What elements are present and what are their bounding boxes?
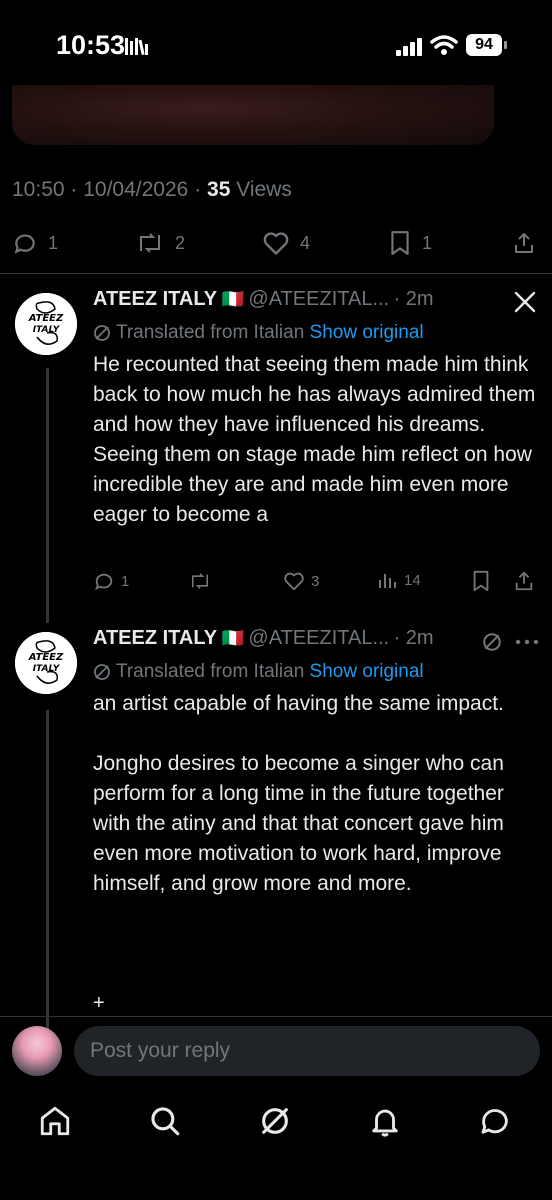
grok-icon: [93, 663, 111, 681]
status-time: 10:53: [56, 30, 126, 60]
like-button[interactable]: 4: [262, 230, 310, 256]
svg-text:ITALY: ITALY: [33, 325, 61, 335]
reply-header: ATEEZ ITALY 🇮🇹 @ATEEZITAL... · 2m: [93, 288, 434, 311]
reply-header: ATEEZ ITALY 🇮🇹 @ATEEZITAL... · 2m: [93, 627, 434, 650]
notifications-icon[interactable]: [368, 1104, 408, 1144]
home-icon[interactable]: [38, 1104, 78, 1144]
views-count: 14: [404, 571, 421, 589]
repost-button[interactable]: 2: [135, 230, 185, 256]
messages-icon[interactable]: [478, 1104, 518, 1144]
grok-icon[interactable]: [482, 632, 502, 652]
battery-tip: [504, 41, 507, 49]
repost-icon: [135, 230, 165, 256]
reply-input[interactable]: Post your reply: [74, 1026, 540, 1076]
bookmark-count: 1: [422, 232, 433, 253]
divider: [0, 273, 552, 274]
ateez-logo-icon: ATEEZ ITALY: [15, 632, 77, 694]
svg-text:ATEEZ: ATEEZ: [28, 652, 64, 663]
tweet-meta: 10:50 · 10/04/2026 · 35 Views: [12, 178, 292, 201]
post-age: · 2m: [393, 627, 434, 649]
thread-line: [46, 710, 49, 1030]
translated-label: Translated from Italian: [115, 322, 305, 343]
svg-text:ATEEZ: ATEEZ: [28, 313, 64, 324]
share-button[interactable]: [513, 570, 535, 592]
ateez-logo-icon: ATEEZ ITALY: [15, 293, 77, 355]
author-name[interactable]: ATEEZ ITALY: [93, 627, 217, 649]
like-count: 4: [300, 232, 311, 253]
reply-text: He recounted that seeing them made him t…: [93, 353, 536, 526]
tweet-time: 10:50: [12, 178, 65, 201]
author-handle[interactable]: @ATEEZITAL...: [248, 288, 389, 310]
repost-count: 2: [175, 232, 186, 253]
battery-indicator: 94: [466, 34, 502, 56]
tweet-date: 10/04/2026: [83, 178, 189, 201]
bookmark-icon: [471, 570, 491, 592]
show-original-link[interactable]: Show original: [310, 322, 424, 343]
avatar[interactable]: ATEEZ ITALY: [15, 293, 77, 355]
reply-button[interactable]: 1: [93, 570, 129, 592]
x-logo-icon[interactable]: [512, 290, 538, 314]
heart-icon: [262, 230, 290, 256]
translation-note: Translated from Italian Show original: [93, 661, 424, 683]
more-options-icon[interactable]: [514, 638, 540, 646]
like-count: 3: [311, 572, 320, 590]
repost-button[interactable]: [188, 570, 218, 592]
avatar[interactable]: ATEEZ ITALY: [15, 632, 77, 694]
reply-count: 1: [48, 232, 59, 253]
views-button[interactable]: 14: [378, 570, 421, 590]
library-icon: [124, 36, 150, 56]
thread-line: [46, 368, 49, 623]
views-label: Views: [236, 178, 292, 201]
reply-text: an artist capable of having the same imp…: [93, 692, 504, 895]
tweet-actions: 1 2 4 1: [0, 214, 552, 274]
author-handle[interactable]: @ATEEZITAL...: [248, 627, 389, 649]
views-count: 35: [207, 178, 231, 201]
share-button[interactable]: [512, 230, 536, 256]
reply-icon: [93, 570, 115, 592]
share-icon: [512, 230, 536, 256]
show-original-link[interactable]: Show original: [310, 661, 424, 682]
italy-flag-icon: 🇮🇹: [221, 289, 244, 309]
reply-icon: [12, 230, 38, 256]
like-button[interactable]: 3: [283, 570, 319, 592]
translation-note: Translated from Italian Show original: [93, 322, 424, 344]
expand-plus[interactable]: +: [93, 992, 105, 1015]
signal-icon: [396, 38, 424, 56]
bookmark-icon: [388, 230, 412, 256]
user-avatar[interactable]: [12, 1026, 62, 1076]
translated-label: Translated from Italian: [115, 661, 305, 682]
divider: [0, 1016, 552, 1017]
reply-count: 1: [121, 572, 130, 590]
media-preview[interactable]: [12, 85, 494, 145]
reply-button[interactable]: 1: [12, 230, 58, 256]
bookmark-button[interactable]: 1: [388, 230, 432, 256]
status-bar: 10:53 94: [0, 0, 552, 90]
svg-text:ITALY: ITALY: [33, 664, 61, 674]
bookmark-button[interactable]: [471, 570, 491, 592]
share-icon: [513, 570, 535, 592]
heart-icon: [283, 570, 305, 592]
grok-icon: [93, 324, 111, 342]
analytics-icon: [378, 570, 398, 590]
post-age: · 2m: [393, 288, 434, 310]
search-icon[interactable]: [148, 1104, 188, 1144]
bottom-nav: [0, 1090, 552, 1150]
reply-actions: 1 3 14: [93, 570, 545, 600]
repost-icon: [188, 570, 212, 592]
wifi-icon: [430, 34, 458, 56]
author-name[interactable]: ATEEZ ITALY: [93, 288, 217, 310]
italy-flag-icon: 🇮🇹: [221, 628, 244, 648]
grok-icon[interactable]: [258, 1104, 298, 1144]
